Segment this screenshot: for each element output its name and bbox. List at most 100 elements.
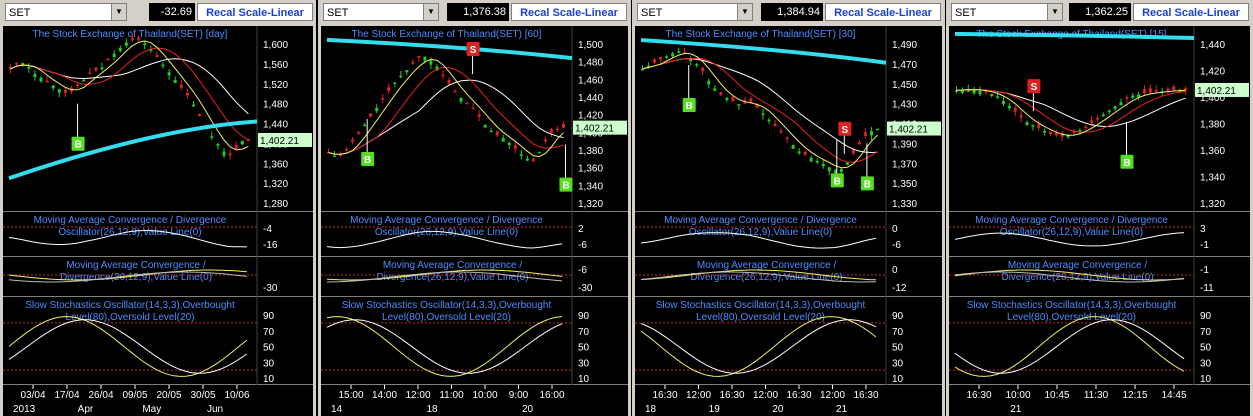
- symbol-select[interactable]: SET ▼: [323, 3, 439, 21]
- chevron-down-icon[interactable]: ▼: [111, 4, 126, 20]
- stoch-d-line: [326, 319, 563, 374]
- price-tick-label: 1,360: [578, 164, 603, 175]
- candle-body: [767, 119, 771, 122]
- macd-tick-label: 3: [1200, 224, 1206, 235]
- symbol-select[interactable]: SET ▼: [951, 3, 1063, 21]
- candle-body: [63, 89, 67, 94]
- stoch-tick-label: 90: [892, 311, 904, 322]
- candle-body: [869, 131, 873, 136]
- candle-body: [1143, 89, 1146, 94]
- x-tick-label: 10:45: [1044, 390, 1069, 401]
- price-tick-label: 1,450: [892, 80, 917, 91]
- x-tick-label: 10/06: [224, 390, 249, 401]
- candle-body: [155, 55, 159, 58]
- signal-label: S: [841, 125, 848, 136]
- candle-body: [737, 104, 741, 106]
- symbol-value: SET: [641, 7, 663, 19]
- candle-body: [131, 38, 134, 40]
- stochastics-subtitle: Level(80),Oversold Level(20): [1007, 312, 1136, 323]
- stoch-tick-label: 10: [578, 374, 590, 385]
- stoch-tick-label: 30: [578, 358, 590, 369]
- stochastics-title: Slow Stochastics Oscillator(14,3,3),Over…: [25, 300, 235, 311]
- signal-label: B: [562, 181, 569, 192]
- recal-scale-button[interactable]: Recal Scale-Linear: [1133, 3, 1249, 21]
- candle-body: [477, 114, 481, 117]
- candle-body: [51, 85, 55, 89]
- signal-label: B: [364, 155, 371, 166]
- stoch-tick-label: 50: [892, 343, 904, 354]
- symbol-select[interactable]: SET ▼: [5, 3, 127, 21]
- price-tick-label: 1,340: [578, 181, 603, 192]
- macd2-tick-label: -11: [1200, 283, 1214, 294]
- candle-body: [1049, 131, 1052, 135]
- x-tick-label: 20/05: [156, 390, 181, 401]
- moving-average-red: [328, 66, 564, 155]
- x-tick-label: 16:30: [786, 390, 811, 401]
- stochastics-title: Slow Stochastics Oscillator(14,3,3),Over…: [656, 300, 866, 311]
- candle-body: [106, 58, 110, 60]
- stochastics-title: Slow Stochastics Oscillator(14,3,3),Over…: [967, 300, 1177, 311]
- candle-body: [405, 70, 409, 73]
- price-chart-title: The Stock Exchange of Thailand(SET) [60]: [352, 29, 542, 40]
- macd-oscillator-subtitle: Oscillator(26,12,9),Value Line(0): [1000, 227, 1143, 238]
- stochastics-title: Slow Stochastics Oscillator(14,3,3),Over…: [342, 300, 552, 311]
- candle-body: [507, 143, 511, 146]
- stochastics-subtitle: Level(80),Oversold Level(20): [696, 312, 825, 323]
- moving-average-red: [642, 57, 878, 163]
- candle-body: [453, 90, 457, 93]
- signal-label: B: [864, 179, 871, 190]
- x-period-label: 2013: [13, 404, 36, 415]
- price-tick-label: 1,520: [263, 80, 288, 91]
- candle-body: [375, 107, 379, 112]
- recal-scale-button[interactable]: Recal Scale-Linear: [197, 3, 313, 21]
- x-tick-label: 12:00: [820, 390, 845, 401]
- x-tick-label: 17/04: [54, 390, 79, 401]
- candle-body: [345, 148, 349, 151]
- candle-body: [76, 84, 80, 87]
- toolbar: SET ▼ 1,376.38 1,376.38 Recal Scale-Line…: [321, 0, 628, 26]
- x-tick-label: 15:00: [338, 390, 363, 401]
- stoch-tick-label: 10: [892, 374, 904, 385]
- signal-label: B: [1123, 158, 1130, 169]
- candle-body: [1101, 114, 1105, 117]
- candle-body: [369, 113, 373, 117]
- candle-body: [513, 145, 517, 149]
- chevron-down-icon[interactable]: ▼: [737, 4, 752, 20]
- candle-body: [179, 84, 183, 88]
- candle-body: [483, 125, 487, 128]
- price-tick-label: 1,500: [578, 40, 603, 51]
- last-price-label: 1,402.21: [1197, 86, 1236, 97]
- stoch-k-line: [8, 316, 248, 377]
- stoch-tick-label: 90: [578, 311, 590, 322]
- candle-body: [100, 67, 104, 69]
- candle-body: [112, 53, 116, 58]
- x-period-label: 21: [1010, 404, 1022, 415]
- candle-body: [27, 66, 31, 69]
- symbol-value: SET: [955, 7, 977, 19]
- candle-body: [210, 136, 214, 138]
- stoch-tick-label: 30: [1200, 358, 1212, 369]
- macd2-tick-label: -30: [263, 283, 278, 294]
- x-period-label: 18: [645, 404, 657, 415]
- candle-body: [411, 62, 415, 64]
- candle-body: [143, 43, 147, 45]
- macd2-tick-label: -30: [578, 283, 593, 294]
- chevron-down-icon[interactable]: ▼: [1047, 4, 1062, 20]
- chevron-down-icon[interactable]: ▼: [423, 4, 438, 20]
- price-tick-label: 1,350: [892, 179, 917, 190]
- x-tick-label: 16:30: [652, 390, 677, 401]
- recal-scale-button[interactable]: Recal Scale-Linear: [511, 3, 627, 21]
- candle-body: [57, 89, 61, 93]
- candle-body: [495, 131, 499, 136]
- candle-body: [827, 167, 831, 172]
- recal-scale-button[interactable]: Recal Scale-Linear: [825, 3, 941, 21]
- candle-body: [803, 151, 807, 155]
- candle-body: [815, 160, 819, 163]
- candle-body: [785, 137, 789, 139]
- candle-body: [1043, 131, 1047, 133]
- price-tick-label: 1,420: [1200, 67, 1225, 78]
- candle-body: [561, 124, 565, 128]
- candle-body: [707, 80, 711, 85]
- candle-body: [731, 97, 735, 102]
- symbol-select[interactable]: SET ▼: [637, 3, 753, 21]
